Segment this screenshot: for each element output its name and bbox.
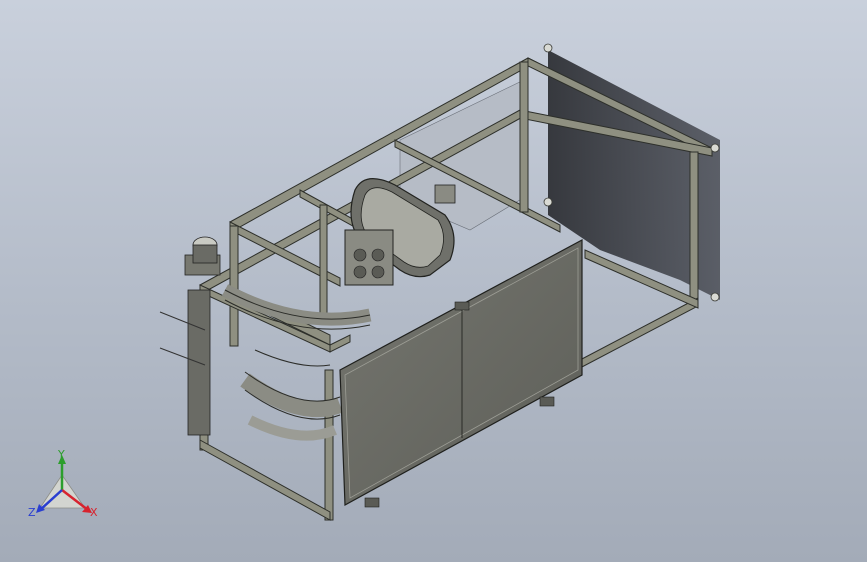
y-axis-label: Y (57, 448, 65, 461)
model-view[interactable]: Y X Z (0, 0, 867, 562)
coordinate-triad: Y X Z (28, 448, 98, 519)
drive-motor (159, 236, 221, 436)
upper-chain-loop (344, 178, 456, 286)
x-axis-label: X (90, 506, 98, 519)
z-axis-label: Z (28, 506, 36, 519)
cad-viewport[interactable]: Y X Z (0, 0, 867, 562)
